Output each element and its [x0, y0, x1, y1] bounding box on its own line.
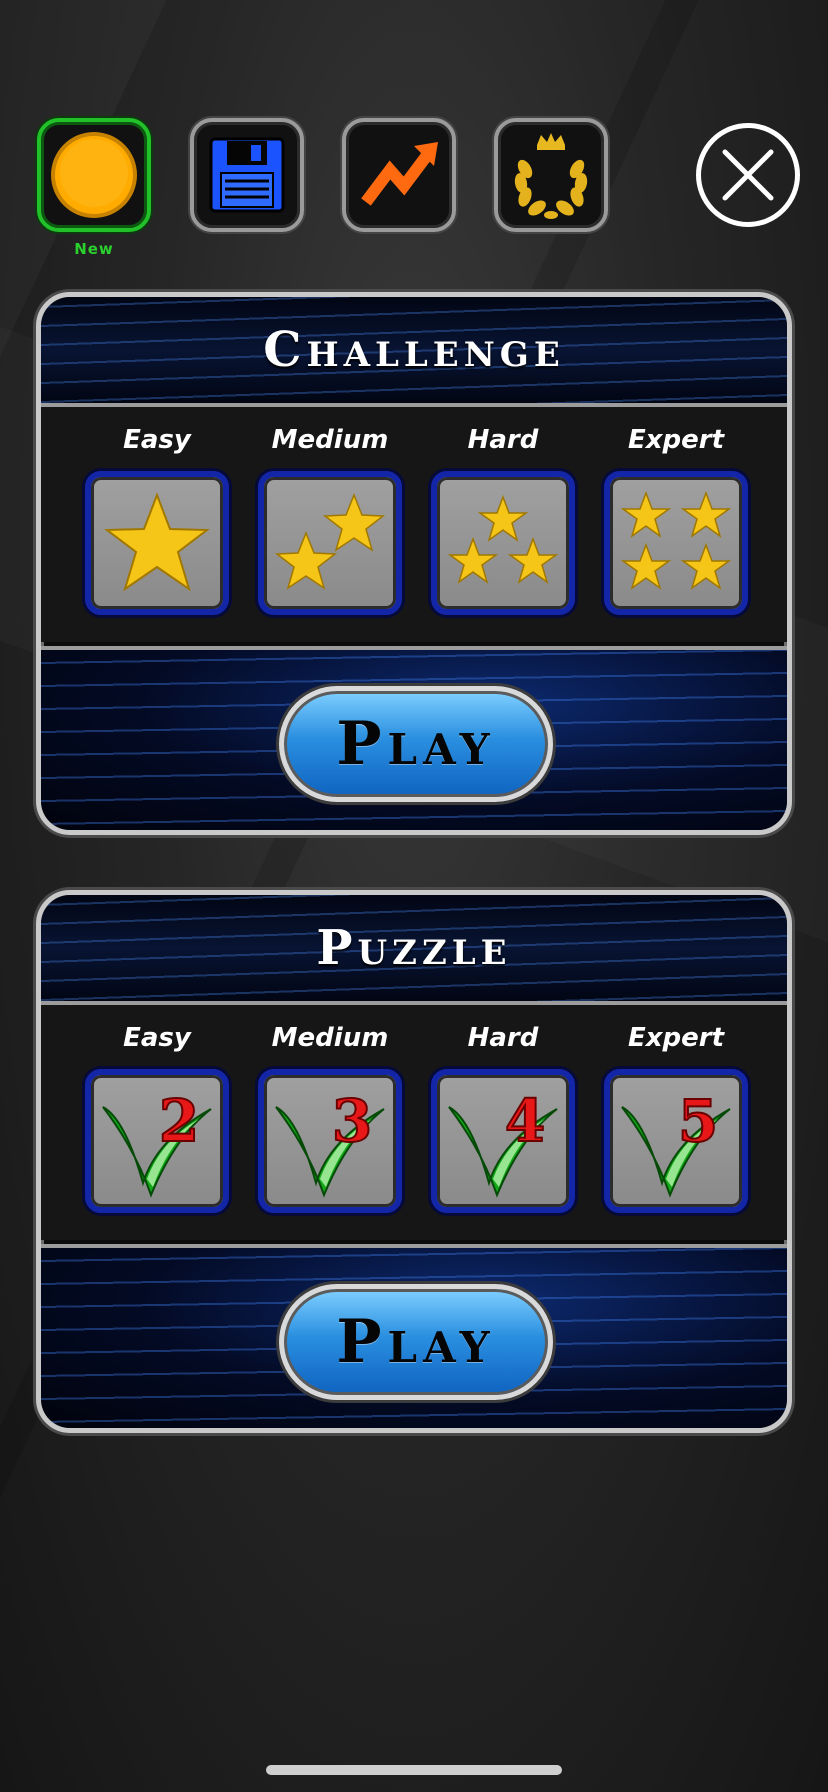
challenge-medium-tile[interactable] [258, 471, 402, 615]
challenge-levels: Easy Medium Hard Expert [41, 407, 787, 642]
puzzle-expert-tile[interactable]: 5 [604, 1069, 748, 1213]
four-stars-icon [620, 490, 732, 590]
puzzle-title: Puzzle [316, 920, 512, 976]
challenge-hard-tile[interactable] [431, 471, 575, 615]
puzzle-levels: Easy 2 Medium 3 Hard 4 Expert 5 [41, 1005, 787, 1240]
challenge-easy-tile[interactable] [85, 471, 229, 615]
level-label: Medium [271, 1023, 389, 1053]
new-label: New [74, 240, 114, 258]
new-game-button[interactable] [37, 118, 151, 232]
save-button[interactable] [190, 118, 304, 232]
close-icon [722, 149, 774, 201]
coin-icon [51, 132, 137, 218]
puzzle-panel: Puzzle Easy 2 Medium 3 Hard 4 Expert 5 P… [36, 890, 792, 1433]
challenge-header: Challenge [41, 297, 787, 407]
level-label: Easy [123, 1023, 191, 1053]
level-number: 3 [332, 1087, 372, 1155]
puzzle-play-button[interactable]: Play [279, 1284, 553, 1400]
challenge-play-button[interactable]: Play [279, 686, 553, 802]
check-number-icon: 5 [621, 1086, 731, 1198]
challenge-footer: Play [41, 646, 787, 830]
level-label: Expert [627, 1023, 725, 1053]
save-disk-icon [209, 137, 285, 213]
level-label: Expert [627, 425, 725, 455]
two-stars-icon [274, 492, 386, 590]
leaderboard-button[interactable] [494, 118, 608, 232]
play-label: Play [336, 709, 496, 779]
star-icon [104, 492, 210, 592]
stats-button[interactable] [342, 118, 456, 232]
level-number: 2 [159, 1087, 199, 1155]
three-stars-icon [447, 494, 559, 584]
puzzle-medium-tile[interactable]: 3 [258, 1069, 402, 1213]
level-label: Medium [271, 425, 389, 455]
play-label: Play [336, 1307, 496, 1377]
puzzle-easy-tile[interactable]: 2 [85, 1069, 229, 1213]
puzzle-hard-tile[interactable]: 4 [431, 1069, 575, 1213]
check-number-icon: 2 [102, 1086, 212, 1198]
puzzle-header: Puzzle [41, 895, 787, 1005]
challenge-title: Challenge [263, 322, 565, 378]
close-button[interactable] [696, 123, 800, 227]
level-number: 4 [505, 1087, 545, 1155]
challenge-panel: Challenge Easy Medium Hard Expert Play [36, 292, 792, 835]
challenge-expert-tile[interactable] [604, 471, 748, 615]
level-label: Hard [467, 425, 539, 455]
level-label: Easy [123, 425, 191, 455]
puzzle-footer: Play [41, 1244, 787, 1428]
stats-arrow-icon [361, 142, 438, 206]
level-label: Hard [467, 1023, 539, 1053]
check-number-icon: 4 [448, 1086, 558, 1198]
level-number: 5 [678, 1087, 718, 1155]
check-number-icon: 3 [275, 1086, 385, 1198]
laurel-crown-icon [514, 133, 588, 219]
home-indicator[interactable] [266, 1765, 562, 1775]
